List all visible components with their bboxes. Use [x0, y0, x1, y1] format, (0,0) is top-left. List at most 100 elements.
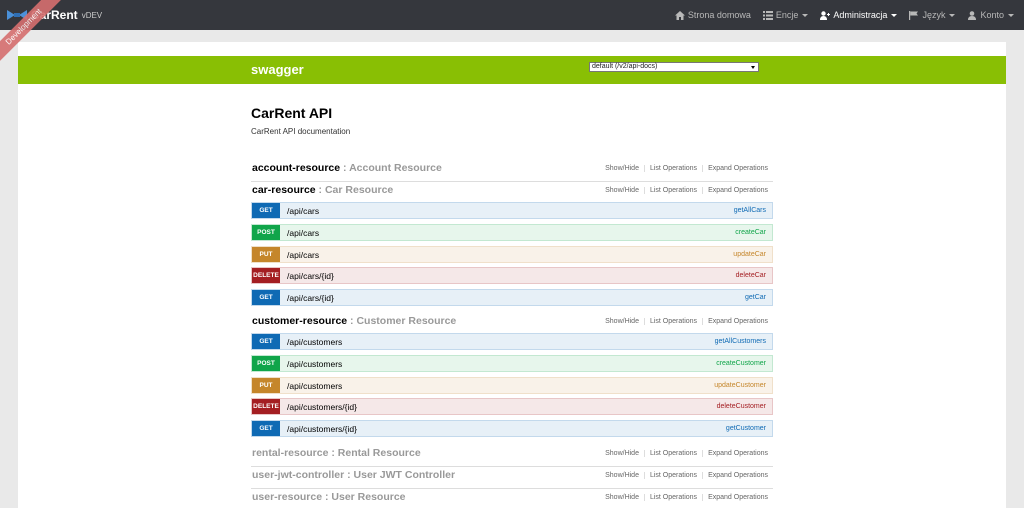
expand-operations-link[interactable]: Expand Operations [703, 187, 768, 194]
brand-version: vDEV [81, 10, 103, 20]
operation-nickname[interactable]: getAllCars [734, 207, 766, 214]
home-icon [674, 10, 685, 20]
operation-nickname[interactable]: deleteCustomer [717, 403, 766, 410]
show-hide-link[interactable]: Show/Hide [600, 494, 645, 501]
nav-language[interactable]: Język [909, 10, 956, 20]
method-badge: POST [252, 225, 280, 240]
resource-desc: Car Resource [324, 184, 394, 196]
operation-nickname[interactable]: updateCustomer [714, 382, 766, 389]
operation-path: /api/cars [287, 228, 320, 238]
nav-account[interactable]: Konto [967, 10, 1014, 20]
method-badge: PUT [252, 247, 280, 262]
chevron-down-icon [802, 13, 809, 17]
operation-path: /api/customers/{id} [287, 402, 357, 412]
resource-title[interactable]: account-resource : Account Resource [252, 162, 442, 174]
expand-operations-link[interactable]: Expand Operations [703, 494, 768, 501]
list-operations-link[interactable]: List Operations [645, 318, 704, 325]
resource-title[interactable]: rental-resource : Rental Resource [252, 447, 421, 459]
method-badge: DELETE [252, 268, 280, 283]
nav-home[interactable]: Strona domowa [674, 10, 751, 20]
top-navbar: CarRent vDEV Strona domowa Encje Adminis… [0, 0, 1024, 30]
show-hide-link[interactable]: Show/Hide [600, 472, 645, 479]
resource-title[interactable]: car-resource : Car Resource [252, 184, 393, 196]
operation-path: /api/cars [287, 206, 320, 216]
method-badge: GET [252, 290, 280, 305]
resource-title[interactable]: user-jwt-controller : User JWT Controlle… [252, 469, 455, 481]
user-icon [968, 10, 977, 20]
list-operations-link[interactable]: List Operations [645, 450, 704, 457]
operation-path: /api/customers [287, 359, 343, 369]
operation-nickname[interactable]: getCustomer [726, 425, 766, 432]
operation-path: /api/customers/{id} [287, 424, 357, 434]
operation-row[interactable]: PUT /api/cars updateCar [251, 246, 773, 263]
list-operations-link[interactable]: List Operations [645, 165, 704, 172]
swagger-logo: swagger [251, 62, 304, 77]
resource-separator: : [347, 469, 351, 481]
resource-separator: : [318, 184, 323, 196]
show-hide-link[interactable]: Show/Hide [600, 318, 645, 325]
resource-name: car-resource [252, 184, 316, 196]
operation-nickname[interactable]: getCar [745, 294, 766, 301]
operation-row[interactable]: GET /api/cars getAllCars [251, 202, 773, 219]
operation-nickname[interactable]: createCar [735, 229, 766, 236]
api-spec-select[interactable]: default (/v2/api-docs) [589, 62, 759, 72]
list-operations-link[interactable]: List Operations [645, 494, 704, 501]
resource-name: user-resource [252, 491, 323, 503]
resource-desc: Rental Resource [337, 447, 421, 459]
operation-path: /api/cars/{id} [287, 271, 334, 281]
expand-operations-link[interactable]: Expand Operations [703, 450, 768, 457]
nav-entities[interactable]: Encje [762, 10, 809, 20]
resource-separator: : [331, 447, 335, 459]
list-icon [762, 10, 773, 20]
resource-rental: rental-resource : Rental Resource Show/H… [251, 445, 773, 467]
operation-row[interactable]: GET /api/customers/{id} getCustomer [251, 420, 773, 437]
operation-row[interactable]: DELETE /api/cars/{id} deleteCar [251, 267, 773, 284]
operation-row[interactable]: GET /api/customers getAllCustomers [251, 333, 773, 350]
operation-row[interactable]: DELETE /api/customers/{id} deleteCustome… [251, 398, 773, 415]
resource-desc: Customer Resource [356, 315, 457, 327]
show-hide-link[interactable]: Show/Hide [600, 187, 645, 194]
operation-row[interactable]: GET /api/cars/{id} getCar [251, 289, 773, 306]
api-spec-select-value: default (/v2/api-docs) [592, 63, 658, 70]
resource-user-jwt: user-jwt-controller : User JWT Controlle… [251, 467, 773, 489]
operation-row[interactable]: POST /api/customers createCustomer [251, 355, 773, 372]
dropdown-arrow-icon [751, 66, 755, 69]
nav-admin[interactable]: Administracja [820, 10, 898, 20]
method-badge: POST [252, 356, 280, 371]
api-description: CarRent API documentation [251, 127, 351, 136]
resource-separator: : [343, 162, 347, 174]
resource-name: account-resource [252, 162, 341, 174]
resource-name: user-jwt-controller [252, 469, 345, 481]
nav-language-label: Język [922, 10, 946, 20]
operation-row[interactable]: PUT /api/customers updateCustomer [251, 377, 773, 394]
method-badge: GET [252, 421, 280, 436]
chevron-down-icon [949, 13, 956, 17]
resource-name: customer-resource [252, 315, 348, 327]
expand-operations-link[interactable]: Expand Operations [703, 165, 768, 172]
expand-operations-link[interactable]: Expand Operations [703, 472, 768, 479]
resource-title[interactable]: customer-resource : Customer Resource [252, 315, 456, 327]
operation-nickname[interactable]: deleteCar [736, 272, 766, 279]
nav-account-label: Konto [980, 10, 1004, 20]
operation-path: /api/cars [287, 250, 320, 260]
operation-nickname[interactable]: getAllCustomers [715, 338, 766, 345]
method-badge: PUT [252, 378, 280, 393]
show-hide-link[interactable]: Show/Hide [600, 450, 645, 457]
operation-path: /api/customers [287, 337, 343, 347]
nav-admin-label: Administracja [833, 10, 888, 20]
resource-separator: : [324, 491, 329, 503]
show-hide-link[interactable]: Show/Hide [600, 165, 645, 172]
resource-desc: User Resource [331, 491, 406, 503]
resource-desc: User JWT Controller [353, 469, 456, 481]
resource-name: rental-resource [252, 447, 329, 459]
list-operations-link[interactable]: List Operations [645, 472, 704, 479]
operation-row[interactable]: POST /api/cars createCar [251, 224, 773, 241]
list-operations-link[interactable]: List Operations [645, 187, 704, 194]
operation-path: /api/cars/{id} [287, 293, 334, 303]
resource-customer: customer-resource : Customer Resource Sh… [251, 313, 773, 335]
operation-nickname[interactable]: updateCar [733, 251, 766, 258]
expand-operations-link[interactable]: Expand Operations [703, 318, 768, 325]
operation-nickname[interactable]: createCustomer [716, 360, 766, 367]
resource-account: account-resource : Account Resource Show… [251, 160, 773, 182]
resource-title[interactable]: user-resource : User Resource [252, 491, 406, 503]
